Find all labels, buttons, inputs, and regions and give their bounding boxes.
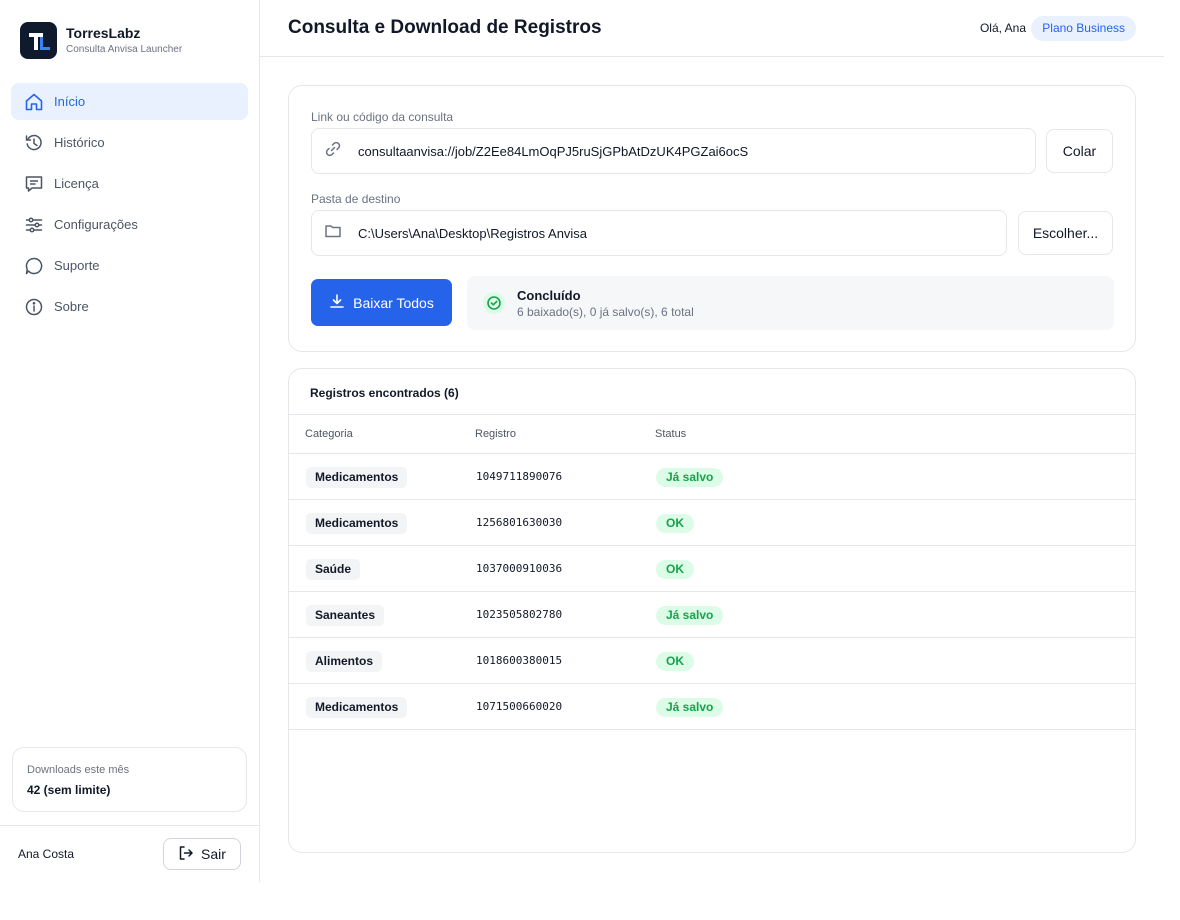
column-header-registro: Registro: [475, 428, 516, 440]
sidebar-item-suporte[interactable]: Suporte: [11, 247, 248, 284]
status-badge: OK: [656, 514, 694, 533]
table-row[interactable]: Alimentos 1018600380015 OK: [289, 638, 1135, 684]
link-field-label: Link ou código da consulta: [311, 110, 454, 124]
download-form-card: Link ou código da consulta consultaanvis…: [288, 85, 1136, 352]
table-row[interactable]: Medicamentos 1256801630030 OK: [289, 500, 1135, 546]
category-tag: Medicamentos: [306, 513, 408, 534]
status-badge: Já salvo: [656, 606, 724, 625]
license-icon: [24, 174, 44, 194]
link-input-value: consultaanvisa://job/Z2Ee84LmOqPJ5ruSjGP…: [358, 143, 749, 159]
status-badge: Já salvo: [656, 698, 724, 717]
user-name: Ana Costa: [18, 847, 75, 861]
folder-input[interactable]: C:\Users\Ana\Desktop\Registros Anvisa: [311, 210, 1007, 256]
brand: TorresLabz Consulta Anvisa Launcher: [20, 22, 182, 59]
category-tag: Saneantes: [306, 605, 385, 626]
status-badge: OK: [656, 560, 694, 579]
folder-icon: [324, 222, 342, 245]
sidebar-item-label: Configurações: [54, 217, 138, 232]
sidebar-item-sobre[interactable]: Sobre: [11, 288, 248, 325]
table-row[interactable]: Medicamentos 1071500660020 Já salvo: [289, 684, 1135, 730]
sidebar-nav: Início Histórico Licença Configurações S…: [11, 83, 248, 329]
table-row[interactable]: Saneantes 1023505802780 Já salvo: [289, 592, 1135, 638]
sidebar-item-historico[interactable]: Histórico: [11, 124, 248, 161]
column-header-status: Status: [655, 428, 687, 440]
records-table-card: Registros encontrados (6) Categoria Regi…: [288, 368, 1136, 853]
category-tag: Alimentos: [306, 651, 383, 672]
folder-input-value: C:\Users\Ana\Desktop\Registros Anvisa: [358, 225, 588, 241]
table-row[interactable]: Medicamentos 1049711890076 Já salvo: [289, 454, 1135, 500]
sidebar-item-label: Licença: [54, 176, 99, 191]
column-header-categoria: Categoria: [305, 428, 353, 440]
sidebar-item-label: Suporte: [54, 258, 100, 273]
app-logo: [20, 22, 57, 59]
sidebar: TorresLabz Consulta Anvisa Launcher Iníc…: [0, 0, 260, 882]
link-icon: [324, 140, 342, 163]
sidebar-item-configuracoes[interactable]: Configurações: [11, 206, 248, 243]
table-header: Categoria Registro Status: [289, 414, 1135, 454]
status-detail: 6 baixado(s), 0 já salvo(s), 6 total: [517, 305, 694, 319]
sidebar-item-inicio[interactable]: Início: [11, 83, 248, 120]
sidebar-item-licenca[interactable]: Licença: [11, 165, 248, 202]
status-badge: Já salvo: [656, 468, 724, 487]
sidebar-item-label: Histórico: [54, 135, 105, 150]
logout-label: Sair: [201, 846, 226, 862]
registro-number: 1023505802780: [476, 608, 563, 621]
history-icon: [24, 133, 44, 153]
header: Consulta e Download de Registros Olá, An…: [260, 0, 1164, 57]
registro-number: 1049711890076: [476, 470, 563, 483]
category-tag: Saúde: [306, 559, 361, 580]
table-title: Registros encontrados (6): [310, 386, 459, 400]
registro-number: 1018600380015: [476, 654, 563, 667]
category-tag: Medicamentos: [306, 467, 408, 488]
usage-label: Downloads este mês: [27, 764, 130, 776]
choose-folder-button[interactable]: Escolher...: [1018, 211, 1113, 255]
user-greeting: Olá, Ana: [979, 21, 1026, 35]
logout-button[interactable]: Sair: [163, 838, 241, 870]
table-row[interactable]: Saúde 1037000910036 OK: [289, 546, 1135, 592]
sliders-icon: [24, 215, 44, 235]
info-icon: [24, 297, 44, 317]
status-title: Concluído: [517, 288, 581, 303]
download-icon: [329, 293, 345, 312]
home-icon: [24, 92, 44, 112]
plan-badge: Plano Business: [1031, 16, 1136, 41]
usage-value: 42 (sem limite): [27, 783, 111, 797]
table-body: Medicamentos 1049711890076 Já salvo Medi…: [289, 454, 1135, 730]
link-input[interactable]: consultaanvisa://job/Z2Ee84LmOqPJ5ruSjGP…: [311, 128, 1036, 174]
download-all-label: Baixar Todos: [353, 294, 434, 311]
sidebar-item-label: Sobre: [54, 299, 89, 314]
check-circle-icon: [483, 292, 505, 314]
usage-card: Downloads este mês 42 (sem limite): [12, 747, 247, 812]
status-panel: Concluído 6 baixado(s), 0 já salvo(s), 6…: [467, 276, 1114, 330]
sidebar-item-label: Início: [54, 94, 86, 109]
registro-number: 1256801630030: [476, 516, 563, 529]
page-title: Consulta e Download de Registros: [288, 17, 602, 38]
chat-icon: [24, 256, 44, 276]
paste-button[interactable]: Colar: [1046, 129, 1113, 173]
brand-name: TorresLabz: [66, 24, 141, 41]
status-badge: OK: [656, 652, 694, 671]
download-all-button[interactable]: Baixar Todos: [311, 279, 452, 326]
category-tag: Medicamentos: [306, 697, 408, 718]
sidebar-footer: Ana Costa Sair: [0, 825, 259, 882]
registro-number: 1071500660020: [476, 700, 563, 713]
logout-icon: [178, 845, 194, 864]
folder-field-label: Pasta de destino: [311, 192, 401, 206]
brand-subtitle: Consulta Anvisa Launcher: [66, 43, 183, 55]
registro-number: 1037000910036: [476, 562, 563, 575]
